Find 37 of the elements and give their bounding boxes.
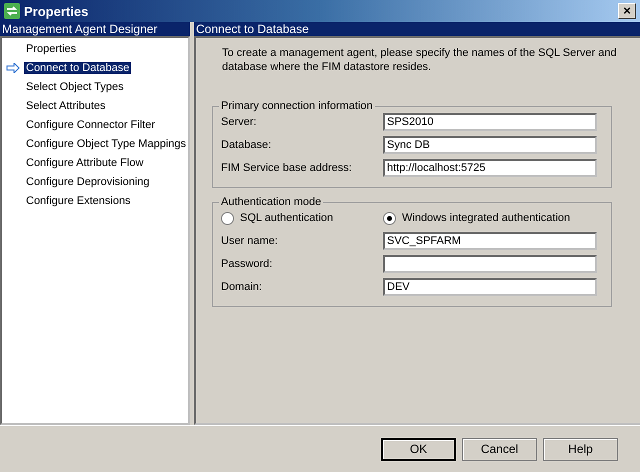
dialog-button[interactable]: OK [381, 438, 456, 460]
sidebar-item[interactable]: Select Object Types [24, 81, 126, 93]
input-field[interactable]: DEV [383, 278, 597, 296]
input-field[interactable]: http://localhost:5725 [383, 159, 597, 177]
dialog-button[interactable]: Help [543, 438, 618, 460]
group-title: Authentication mode [220, 196, 322, 208]
sidebar-item[interactable]: Connect to Database [24, 62, 132, 74]
sidebar-item[interactable]: Configure Connector Filter [24, 119, 158, 131]
radio-button[interactable] [383, 212, 396, 224]
sidebar-item[interactable]: Select Attributes [24, 100, 108, 112]
sidebar-item[interactable]: Configure Object Type Mappings [24, 138, 188, 150]
radio-label: Windows integrated authentication [402, 212, 570, 224]
sidebar-header: Management Agent Designer [0, 22, 190, 36]
input-field[interactable]: Sync DB [383, 136, 597, 154]
content-header: Connect to Database [194, 22, 640, 36]
radio-button[interactable] [221, 212, 234, 224]
field-label: Domain: [221, 281, 263, 293]
close-button[interactable]: × [618, 3, 636, 19]
sidebar-item[interactable]: Configure Attribute Flow [24, 157, 146, 169]
sidebar-item[interactable]: Configure Extensions [24, 195, 133, 207]
sidebar-item[interactable]: Properties [24, 43, 78, 55]
app-icon [4, 3, 20, 19]
group-title: Primary connection information [220, 100, 374, 112]
input-field[interactable]: SVC_SPFARM [383, 232, 597, 250]
field-label: Database: [221, 139, 272, 151]
field-label: FIM Service base address: [221, 162, 353, 174]
arrow-icon [6, 63, 20, 73]
field-label: Password: [221, 258, 274, 270]
field-label: Server: [221, 116, 258, 128]
window-title: Properties [24, 4, 90, 18]
intro-text: To create a management agent, please specify the names of the SQL Server and database where the FIM datastore resides. [222, 46, 618, 74]
input-field[interactable] [383, 255, 597, 273]
field-label: User name: [221, 235, 279, 247]
radio-label: SQL authentication [240, 212, 334, 224]
sidebar-item[interactable]: Configure Deprovisioning [24, 176, 152, 188]
input-field[interactable]: SPS2010 [383, 113, 597, 131]
dialog-button[interactable]: Cancel [462, 438, 537, 460]
